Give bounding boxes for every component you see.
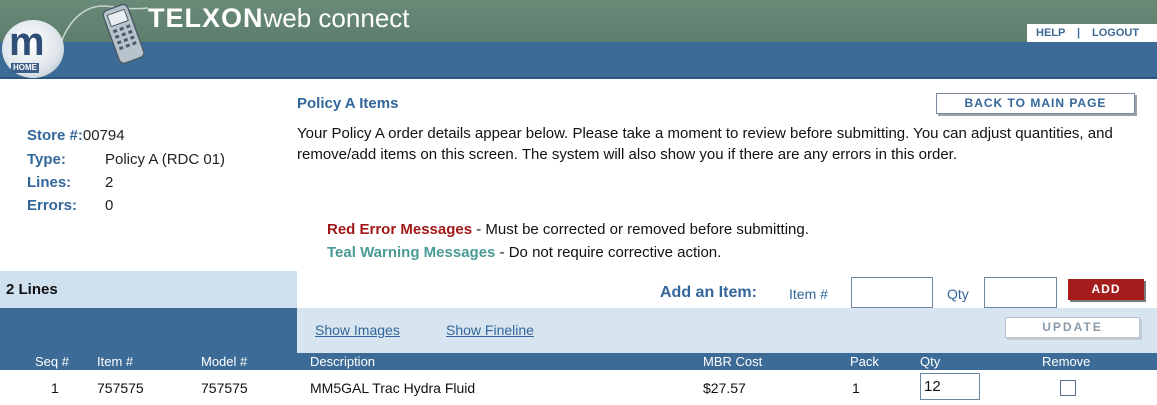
lines-label: Lines:	[27, 174, 72, 191]
item-number-input[interactable]	[851, 277, 933, 308]
row-seq: 1	[51, 380, 59, 396]
col-mbr-cost: MBR Cost	[703, 354, 763, 369]
errors-value: 0	[105, 197, 114, 214]
row-remove-checkbox[interactable]	[1060, 380, 1076, 396]
row-pack: 1	[852, 380, 860, 396]
page-title: Policy A Items	[297, 95, 399, 112]
header-bottom-band	[0, 42, 1157, 77]
col-pack: Pack	[850, 354, 879, 369]
update-button[interactable]: UPDATE	[1005, 317, 1140, 338]
add-item-button[interactable]: ADD	[1068, 279, 1144, 300]
logo-letter[interactable]: m	[9, 22, 45, 62]
logout-link[interactable]: LOGOUT	[1092, 24, 1139, 42]
home-label[interactable]: HOME	[11, 63, 39, 73]
intro-text: Your Policy A order details appear below…	[297, 125, 1113, 163]
row-mbr-cost: $27.57	[703, 380, 746, 396]
add-qty-label: Qty	[947, 286, 969, 302]
brand-name: TELXON	[148, 3, 264, 33]
add-qty-input[interactable]	[984, 277, 1057, 308]
warning-legend-text: - Do not require corrective action.	[495, 244, 722, 261]
table-toolbar-left	[0, 308, 297, 353]
header-divider	[0, 77, 1157, 79]
table-header-row	[0, 353, 1157, 370]
col-qty: Qty	[920, 354, 941, 369]
store-label: Store #:00794	[27, 127, 125, 144]
show-fineline-link[interactable]: Show Fineline	[446, 322, 534, 338]
show-images-link[interactable]: Show Images	[315, 322, 400, 338]
lines-count: 2 Lines	[6, 281, 58, 298]
error-legend-text: - Must be corrected or removed before su…	[472, 221, 809, 238]
row-item: 757575	[97, 380, 144, 396]
errors-label: Errors:	[27, 197, 78, 214]
header-links: HELP | LOGOUT	[1027, 24, 1157, 42]
col-remove: Remove	[1042, 354, 1091, 369]
type-value: Policy A (RDC 01)	[105, 151, 226, 168]
link-separator: |	[1077, 27, 1081, 39]
back-to-main-button[interactable]: BACK TO MAIN PAGE	[936, 93, 1135, 114]
app-title: TELXONweb connect	[148, 2, 410, 34]
col-seq: Seq #	[35, 354, 69, 369]
telxon-device-icon	[102, 3, 145, 64]
store-value: 00794	[82, 127, 125, 144]
row-qty-input[interactable]: 12	[920, 373, 980, 400]
help-link[interactable]: HELP	[1036, 24, 1065, 42]
add-item-label: Add an Item:	[660, 284, 757, 301]
lines-value: 2	[105, 174, 114, 191]
item-number-label: Item #	[789, 286, 828, 302]
row-model: 757575	[201, 380, 248, 396]
col-description: Description	[310, 354, 376, 369]
col-model: Model #	[201, 354, 248, 369]
error-legend: Red Error Messages - Must be corrected o…	[327, 221, 809, 238]
type-label: Type:	[27, 151, 66, 168]
brand-subtitle: web connect	[263, 3, 410, 33]
warning-legend: Teal Warning Messages - Do not require c…	[327, 244, 721, 261]
row-description: MM5GAL Trac Hydra Fluid	[310, 380, 476, 396]
warning-legend-key: Teal Warning Messages	[327, 244, 496, 261]
col-item: Item #	[97, 354, 134, 369]
error-legend-key: Red Error Messages	[327, 221, 473, 238]
